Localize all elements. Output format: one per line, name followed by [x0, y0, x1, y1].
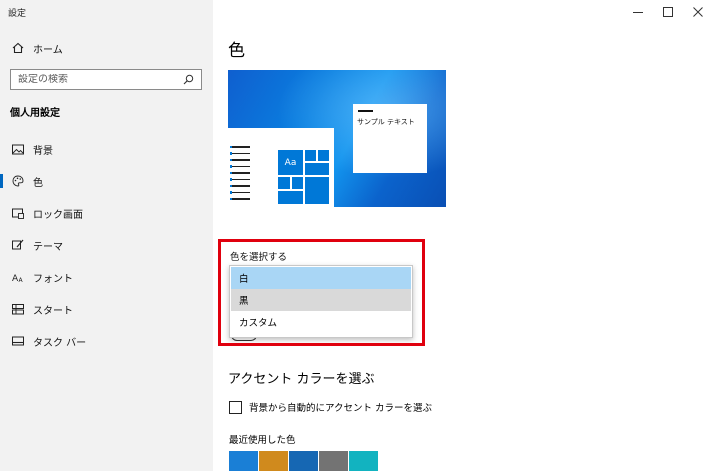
recent-color-swatch[interactable] [349, 451, 378, 471]
sidebar-item-home[interactable]: ホーム [0, 36, 213, 60]
recent-colors-label: 最近使用した色 [229, 435, 296, 446]
minimize-button[interactable] [623, 0, 653, 24]
color-option-white[interactable]: 白 [231, 267, 411, 289]
sidebar-item-label: タスク バー [33, 337, 87, 349]
sidebar-item-lock-screen[interactable]: ロック画面 [0, 201, 213, 225]
lock-screen-icon [11, 206, 25, 220]
sidebar-item-label: 色 [33, 177, 43, 189]
accent-color-heading: アクセント カラーを選ぶ [228, 372, 375, 387]
search-icon[interactable] [179, 71, 197, 89]
recent-color-swatch[interactable] [259, 451, 288, 471]
close-icon [693, 7, 703, 17]
svg-text:A: A [19, 277, 24, 283]
sidebar-item-label: テーマ [33, 241, 63, 253]
preview-text-window: サンプル テキスト [353, 104, 427, 173]
preview-tile-aa: Aa [278, 150, 303, 175]
color-preview: Aa サンプル テキスト [228, 70, 446, 207]
preview-sample-text: サンプル テキスト [357, 118, 415, 126]
picture-icon [11, 142, 25, 156]
sidebar-item-colors[interactable]: 色 [0, 169, 213, 193]
preview-tile [292, 177, 303, 189]
preview-tile [305, 150, 316, 161]
choose-color-dropdown[interactable]: 白 黒 カスタム [229, 265, 413, 338]
preview-menu-lines [230, 145, 250, 205]
color-option-custom[interactable]: カスタム [231, 311, 411, 333]
color-option-black[interactable]: 黒 [231, 289, 411, 311]
taskbar-icon [11, 334, 25, 348]
preview-tile [305, 177, 329, 204]
preview-tiles: Aa [278, 150, 330, 205]
maximize-icon [663, 7, 673, 17]
font-icon: AA [11, 270, 25, 284]
sidebar-item-label: ホーム [33, 44, 63, 56]
auto-accent-checkbox[interactable] [229, 400, 242, 414]
page-title: 色 [228, 41, 245, 61]
sidebar-item-taskbar[interactable]: タスク バー [0, 329, 213, 353]
theme-brush-icon [11, 238, 25, 252]
preview-tile [278, 177, 290, 189]
sidebar-item-background[interactable]: 背景 [0, 137, 213, 161]
preview-tile [305, 163, 329, 175]
sidebar-item-start[interactable]: スタート [0, 297, 213, 321]
sidebar-item-themes[interactable]: テーマ [0, 233, 213, 257]
sidebar-item-fonts[interactable]: AA フォント [0, 265, 213, 289]
recent-color-swatch[interactable] [289, 451, 318, 471]
settings-search-box[interactable] [10, 69, 202, 90]
choose-color-label: 色を選択する [230, 252, 288, 263]
section-heading: 個人用設定 [10, 108, 60, 119]
recent-colors [229, 451, 379, 471]
app-title: 設定 [8, 9, 27, 19]
minimize-icon [633, 12, 643, 13]
recent-color-swatch[interactable] [319, 451, 348, 471]
palette-icon [11, 174, 25, 188]
auto-accent-option[interactable]: 背景から自動的にアクセント カラーを選ぶ [229, 400, 432, 414]
preview-tile [278, 191, 303, 204]
preview-tile [318, 150, 329, 161]
search-input[interactable] [11, 74, 179, 85]
sidebar-item-label: 背景 [33, 145, 53, 157]
maximize-button[interactable] [653, 0, 683, 24]
home-icon [11, 41, 25, 55]
start-icon [11, 302, 25, 316]
preview-window-titlebar [358, 110, 373, 112]
close-button[interactable] [683, 0, 713, 24]
sidebar: 設定 ホーム 個人用設定 背景 色 ロック画面 テーマ [0, 0, 213, 471]
sidebar-item-label: スタート [33, 305, 73, 317]
auto-accent-label: 背景から自動的にアクセント カラーを選ぶ [249, 403, 433, 414]
sidebar-item-label: ロック画面 [33, 209, 83, 221]
recent-color-swatch[interactable] [229, 451, 258, 471]
sidebar-item-label: フォント [33, 273, 73, 285]
